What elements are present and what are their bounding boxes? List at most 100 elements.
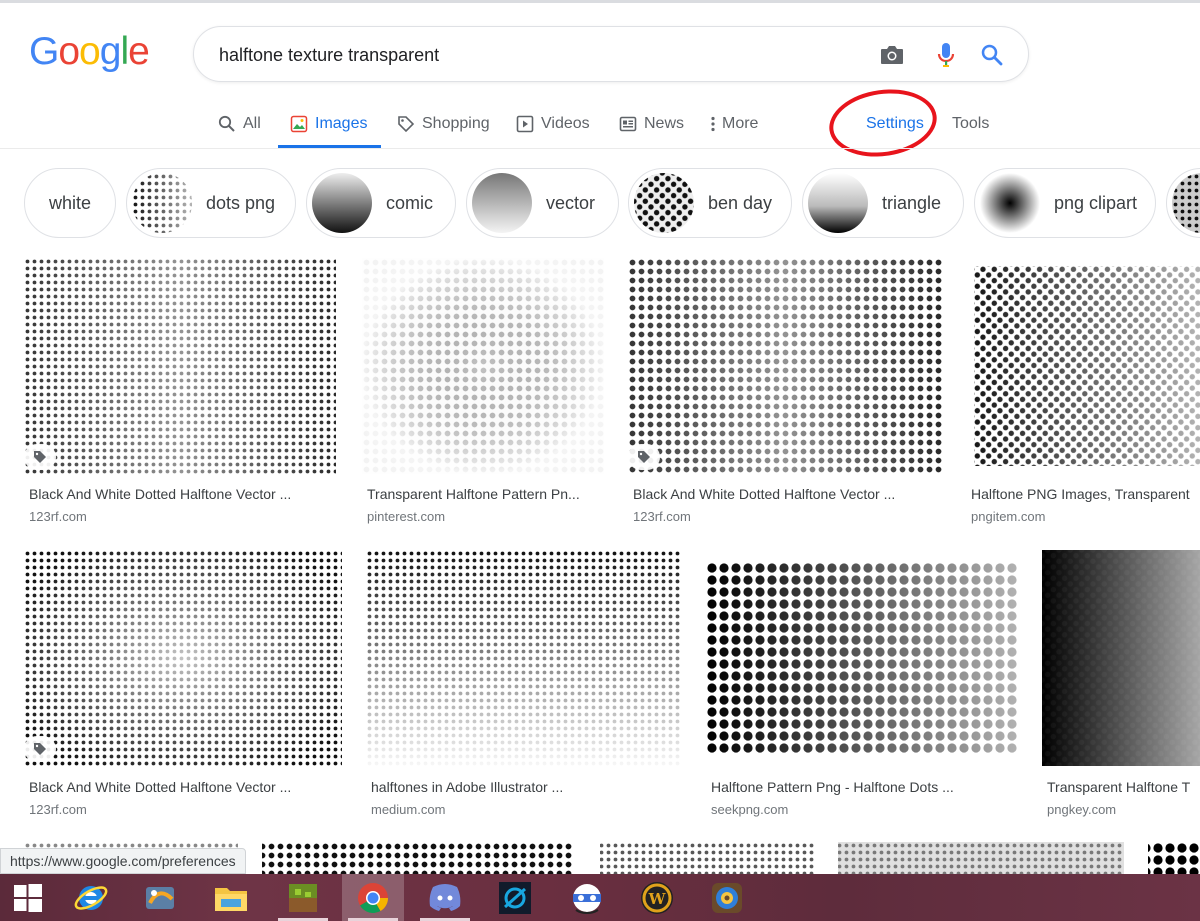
logo-letter: g	[99, 30, 122, 73]
tab-news[interactable]: News	[619, 100, 684, 148]
result-thumbnail	[24, 550, 342, 766]
tab-label: Images	[315, 115, 368, 132]
logo-letter: G	[29, 30, 59, 73]
image-result[interactable]: Black And White Dotted Halftone Vector .…	[24, 258, 338, 528]
battlenet-icon[interactable]	[484, 874, 546, 921]
result-title: Transparent Halftone Pattern Pn...	[367, 486, 580, 502]
logo-letter: l	[120, 30, 129, 73]
tab-label: Shopping	[422, 115, 490, 132]
chip-thumbnail	[472, 173, 532, 233]
media-app-icon[interactable]	[130, 874, 192, 921]
chip-png-clipart[interactable]: png clipart	[974, 168, 1156, 238]
result-title: Transparent Halftone T	[1047, 779, 1191, 795]
search-box	[193, 26, 1029, 82]
chip-next[interactable]	[1166, 168, 1200, 238]
tag-icon	[628, 444, 660, 470]
play-icon	[516, 115, 534, 133]
chip-thumbnail	[634, 173, 694, 233]
tab-tools[interactable]: Tools	[952, 100, 989, 148]
chip-thumbnail	[312, 173, 372, 233]
microphone-icon[interactable]	[932, 41, 960, 69]
chrome-icon[interactable]	[342, 874, 404, 921]
search-input[interactable]	[219, 41, 859, 69]
windows-taskbar: W	[0, 874, 1200, 921]
image-result[interactable]: Black And White Dotted Halftone Vector .…	[628, 258, 944, 528]
tab-label: More	[722, 115, 759, 132]
tab-more[interactable]: More	[710, 100, 758, 148]
tab-label: Videos	[541, 115, 590, 132]
result-thumbnail	[628, 258, 942, 474]
image-result[interactable]: Black And White Dotted Halftone Vector .…	[24, 550, 342, 820]
chip-label: ben day	[708, 192, 773, 213]
tab-label: News	[644, 115, 685, 132]
windows-start-icon[interactable]	[0, 874, 56, 921]
chip-white[interactable]: white	[24, 168, 116, 238]
result-source: 123rf.com	[633, 509, 691, 524]
result-thumbnail	[966, 258, 1200, 474]
logo-letter: o	[58, 30, 80, 73]
chip-label: vector	[546, 192, 596, 213]
tab-all[interactable]: All	[218, 100, 261, 148]
chip-label: png clipart	[1054, 192, 1138, 213]
chip-vector[interactable]: vector	[466, 168, 619, 238]
chip-label: comic	[386, 192, 434, 213]
chip-label: triangle	[882, 192, 942, 213]
google-logo[interactable]: Google	[29, 30, 150, 74]
chip-thumbnail	[808, 173, 868, 233]
result-source: seekpng.com	[711, 802, 789, 817]
file-explorer-icon[interactable]	[200, 874, 262, 921]
chip-comic[interactable]: comic	[306, 168, 456, 238]
tab-label: Tools	[952, 115, 990, 132]
tab-images[interactable]: Images	[278, 100, 382, 148]
top-border	[0, 0, 1200, 3]
hearthstone-icon[interactable]	[696, 874, 758, 921]
result-source: pinterest.com	[367, 509, 446, 524]
result-source: 123rf.com	[29, 509, 87, 524]
tab-videos[interactable]: Videos	[516, 100, 590, 148]
world-of-warcraft-icon[interactable]: W	[626, 874, 688, 921]
discord-icon[interactable]	[414, 874, 476, 921]
vpn-app-icon[interactable]	[556, 874, 618, 921]
logo-letter: e	[128, 30, 150, 73]
result-title: Black And White Dotted Halftone Vector .…	[29, 486, 292, 502]
tab-shopping[interactable]: Shopping	[397, 100, 490, 148]
chip-triangle[interactable]: triangle	[802, 168, 964, 238]
minecraft-icon[interactable]	[272, 874, 334, 921]
result-source: medium.com	[371, 802, 446, 817]
image-result[interactable]: Transparent Halftone Pattern Pn... pinte…	[362, 258, 606, 528]
chip-label: dots png	[206, 192, 276, 213]
image-result[interactable]: halftones in Adobe Illustrator ... mediu…	[366, 550, 682, 820]
result-source: 123rf.com	[29, 802, 87, 817]
logo-letter: o	[79, 30, 101, 73]
result-title: Halftone PNG Images, Transparent	[971, 486, 1190, 502]
tab-label: All	[243, 115, 261, 132]
more-vert-icon	[710, 115, 716, 133]
image-result[interactable]: Halftone Pattern Png - Halftone Dots ...…	[706, 550, 1020, 820]
tag-icon	[24, 736, 56, 762]
status-bar-url: https://www.google.com/preferences	[0, 848, 246, 874]
chip-thumbnail	[1172, 173, 1200, 233]
result-title: Halftone Pattern Png - Halftone Dots ...	[711, 779, 954, 795]
tag-icon	[24, 444, 56, 470]
chip-dots-png[interactable]: dots png	[126, 168, 296, 238]
result-source: pngkey.com	[1047, 802, 1117, 817]
image-icon	[290, 115, 308, 133]
related-searches-chips: white dots png comic vector ben day tria…	[0, 168, 1200, 240]
tab-settings[interactable]: Settings	[866, 100, 924, 148]
result-title: Black And White Dotted Halftone Vector .…	[29, 779, 292, 795]
newspaper-icon	[619, 115, 637, 133]
internet-explorer-icon[interactable]	[60, 874, 122, 921]
chip-thumbnail	[132, 173, 192, 233]
image-result[interactable]: Transparent Halftone T pngkey.com	[1042, 550, 1200, 820]
chip-ben-day[interactable]: ben day	[628, 168, 792, 238]
search-tabs: All Images Shopping Videos News More Set…	[0, 100, 1200, 148]
search-icon	[218, 115, 236, 133]
chip-label: white	[48, 192, 92, 213]
header-divider	[0, 148, 1200, 149]
chip-thumbnail	[980, 173, 1040, 233]
result-thumbnail	[366, 550, 682, 766]
camera-icon[interactable]	[878, 41, 906, 69]
search-icon[interactable]	[978, 41, 1006, 69]
result-thumbnail	[1042, 550, 1200, 766]
image-result[interactable]: Halftone PNG Images, Transparent pngitem…	[966, 258, 1200, 528]
